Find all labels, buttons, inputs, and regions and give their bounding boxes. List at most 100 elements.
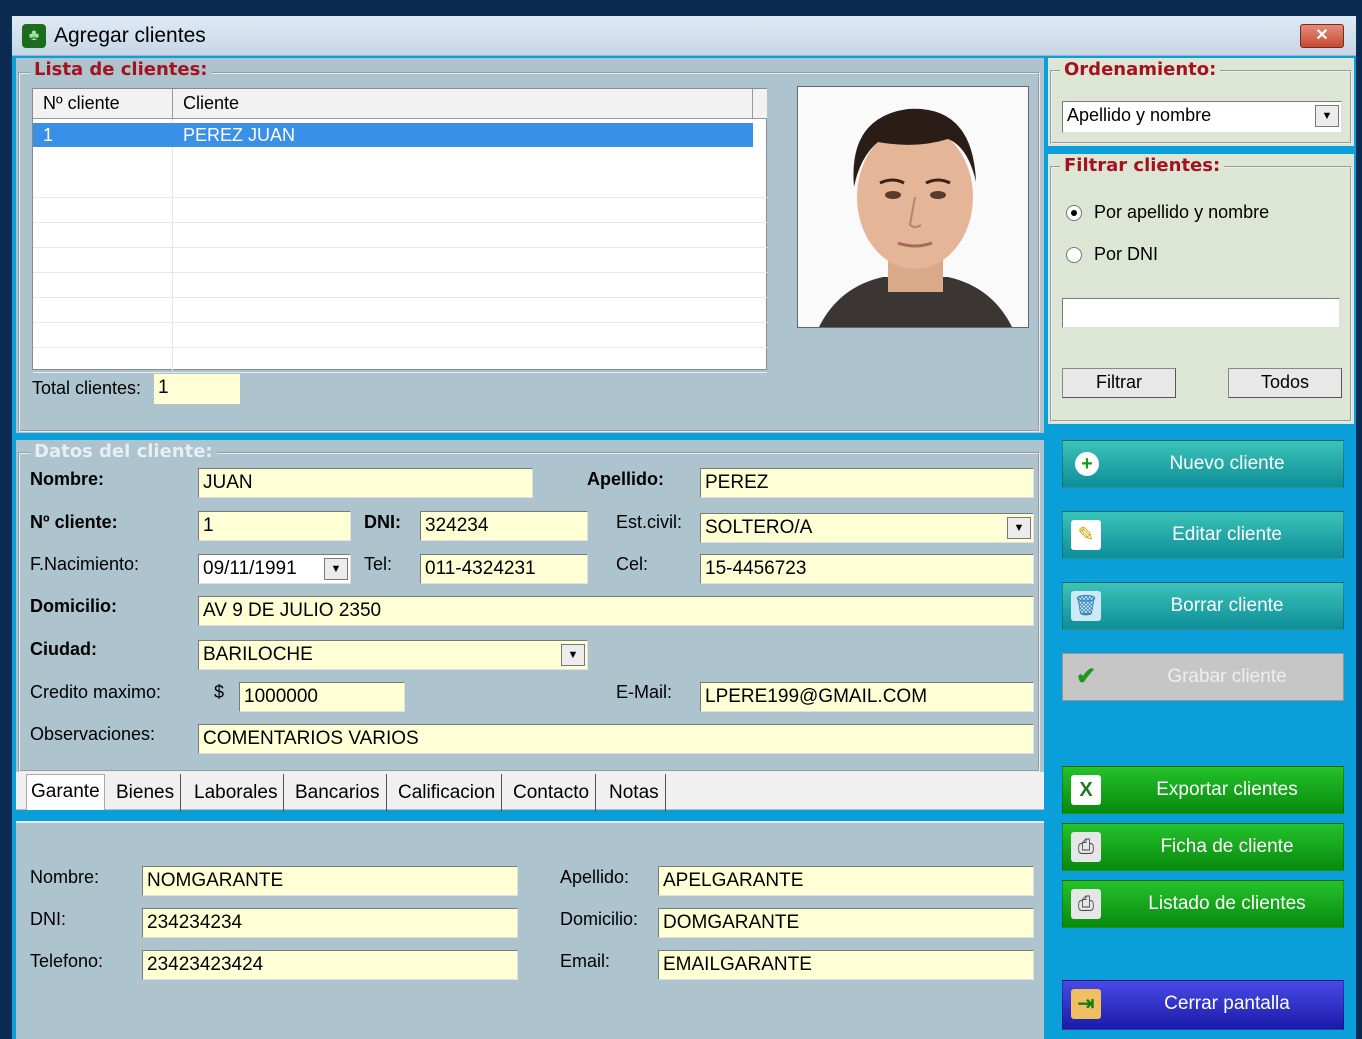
close-screen-button[interactable]: ⇥ Cerrar pantalla: [1062, 980, 1344, 1030]
garante-apellido-label: Apellido:: [560, 867, 630, 887]
pencil-icon: ✎: [1071, 520, 1101, 550]
portrait-image: [798, 87, 1028, 327]
filter-button[interactable]: Filtrar: [1062, 368, 1176, 398]
garante-nombre-label: Nombre:: [30, 867, 100, 887]
edit-client-button[interactable]: ✎ Editar cliente: [1062, 511, 1344, 559]
export-clients-button[interactable]: X Exportar clientes: [1062, 766, 1344, 814]
tab-garante[interactable]: Garante: [26, 774, 105, 810]
domicilio-label: Domicilio:: [30, 596, 118, 616]
exit-door-icon: ⇥: [1071, 989, 1101, 1019]
garante-domicilio-field[interactable]: DOMGARANTE: [658, 908, 1034, 938]
client-photo: [797, 86, 1029, 328]
estcivil-select[interactable]: SOLTERO/A ▼: [700, 513, 1034, 543]
cel-label: Cel:: [616, 554, 649, 574]
fnac-label: F.Nacimiento:: [30, 554, 140, 574]
radio-by-dni[interactable]: [1066, 247, 1082, 263]
client-data-legend: Datos del cliente:: [30, 441, 217, 462]
printer-icon: ⎙: [1071, 889, 1101, 919]
title-bar: ♣ Agregar clientes ✕: [12, 16, 1356, 56]
chevron-down-icon[interactable]: ▼: [1007, 517, 1031, 539]
garante-telefono-field[interactable]: 23423423424: [142, 950, 518, 980]
filter-input[interactable]: [1062, 298, 1340, 328]
column-header-filler: [753, 89, 767, 119]
client-list-button[interactable]: ⎙ Listado de clientes: [1062, 880, 1344, 928]
garante-domicilio-label: Domicilio:: [560, 909, 639, 929]
garante-telefono-label: Telefono:: [30, 951, 104, 971]
credito-field[interactable]: 1000000: [239, 682, 405, 712]
close-screen-label: Cerrar pantalla: [1164, 993, 1290, 1014]
fnac-datepicker[interactable]: 09/11/1991 ▼: [198, 554, 351, 584]
app-clover-icon: ♣: [22, 24, 46, 48]
cel-field[interactable]: 15-4456723: [700, 554, 1034, 584]
email-field[interactable]: LPERE199@GMAIL.COM: [700, 682, 1034, 712]
chevron-down-icon[interactable]: ▼: [1315, 105, 1339, 127]
window: ♣ Agregar clientes ✕ Lista de clientes: …: [10, 16, 1358, 1039]
ciudad-select[interactable]: BARILOCHE ▼: [198, 640, 588, 670]
save-client-button[interactable]: ✔ Grabar cliente: [1062, 653, 1344, 701]
cell-client: PEREZ JUAN: [183, 125, 296, 145]
credito-currency: $: [214, 682, 225, 702]
estcivil-label: Est.civil:: [616, 512, 683, 532]
estcivil-value: SOLTERO/A: [705, 517, 813, 538]
sort-selected-value: Apellido y nombre: [1067, 105, 1212, 125]
tab-bienes[interactable]: Bienes: [116, 774, 182, 812]
num-cliente-field[interactable]: 1: [198, 511, 351, 541]
radio-by-dni-label[interactable]: Por DNI: [1094, 244, 1158, 265]
export-clients-label: Exportar clientes: [1156, 779, 1298, 800]
column-header-num[interactable]: Nº cliente: [33, 89, 173, 119]
tab-contacto[interactable]: Contacto: [513, 774, 597, 812]
chevron-down-icon[interactable]: ▼: [561, 644, 585, 666]
nombre-field[interactable]: JUAN: [198, 468, 533, 498]
garante-email-field[interactable]: EMAILGARANTE: [658, 950, 1034, 980]
garante-apellido-field[interactable]: APELGARANTE: [658, 866, 1034, 896]
garante-nombre-field[interactable]: NOMGARANTE: [142, 866, 518, 896]
dni-label: DNI:: [364, 512, 401, 532]
save-client-label: Grabar cliente: [1167, 666, 1287, 687]
table-row-selected[interactable]: 1 PEREZ JUAN: [33, 123, 753, 147]
total-clients-value: 1: [154, 374, 240, 404]
delete-client-label: Borrar cliente: [1170, 595, 1284, 616]
chevron-down-icon[interactable]: ▼: [324, 558, 348, 580]
column-header-client[interactable]: Cliente: [173, 89, 753, 119]
domicilio-field[interactable]: AV 9 DE JULIO 2350: [198, 596, 1034, 626]
new-client-button[interactable]: + Nuevo cliente: [1062, 440, 1344, 488]
radio-by-name[interactable]: [1066, 205, 1082, 221]
window-title: Agregar clientes: [54, 24, 206, 47]
sort-select[interactable]: Apellido y nombre ▼: [1062, 101, 1342, 133]
apellido-label: Apellido:: [587, 469, 664, 489]
obs-field[interactable]: COMENTARIOS VARIOS: [198, 724, 1034, 754]
tel-field[interactable]: 011-4324231: [420, 554, 588, 584]
garante-email-label: Email:: [560, 951, 611, 971]
new-client-label: Nuevo cliente: [1169, 453, 1285, 474]
cell-num: 1: [43, 125, 54, 145]
nombre-label: Nombre:: [30, 469, 105, 489]
delete-client-button[interactable]: 🗑 Borrar cliente: [1062, 582, 1344, 630]
client-sheet-label: Ficha de cliente: [1160, 836, 1294, 857]
garante-dni-label: DNI:: [30, 909, 66, 929]
trash-icon: 🗑: [1071, 591, 1101, 621]
credito-label: Credito maximo:: [30, 682, 162, 702]
tab-notas[interactable]: Notas: [609, 774, 666, 812]
dni-field[interactable]: 324234: [420, 511, 588, 541]
tab-calificacion[interactable]: Calificacion: [398, 774, 503, 812]
edit-client-label: Editar cliente: [1172, 524, 1282, 545]
plus-circle-icon: +: [1075, 452, 1099, 476]
ciudad-value: BARILOCHE: [203, 644, 313, 665]
radio-by-name-label[interactable]: Por apellido y nombre: [1094, 202, 1269, 223]
close-button[interactable]: ✕: [1300, 24, 1344, 48]
apellido-field[interactable]: PEREZ: [700, 468, 1034, 498]
tab-laborales[interactable]: Laborales: [194, 774, 285, 812]
all-button[interactable]: Todos: [1228, 368, 1342, 398]
num-cliente-label: Nº cliente:: [30, 512, 118, 532]
client-list-legend: Lista de clientes:: [30, 59, 212, 80]
garante-dni-field[interactable]: 234234234: [142, 908, 518, 938]
fnac-value: 09/11/1991: [203, 558, 297, 579]
obs-label: Observaciones:: [30, 724, 156, 744]
client-list-label: Listado de clientes: [1148, 893, 1306, 914]
email-label: E-Mail:: [616, 682, 673, 702]
client-sheet-button[interactable]: ⎙ Ficha de cliente: [1062, 823, 1344, 871]
sort-legend: Ordenamiento:: [1060, 59, 1221, 80]
filter-legend: Filtrar clientes:: [1060, 155, 1225, 176]
client-grid[interactable]: Nº cliente Cliente 1 PEREZ JUAN: [32, 88, 767, 373]
tab-bancarios[interactable]: Bancarios: [295, 774, 387, 812]
